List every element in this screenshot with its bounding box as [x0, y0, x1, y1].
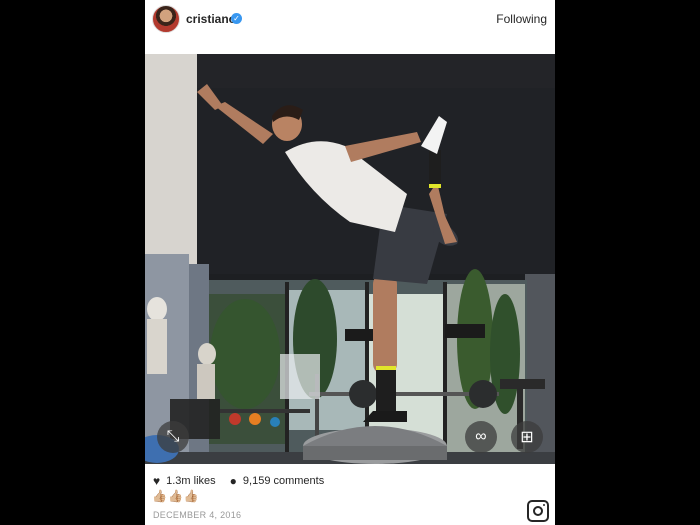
username[interactable]: cristiano: [186, 12, 236, 26]
photo-illustration: [145, 54, 555, 464]
likes-count[interactable]: 1.3m likes: [166, 475, 216, 487]
post-header: cristiano ✓ Following: [145, 0, 555, 40]
caption-emoji: 👍🏼👍🏼👍🏼: [152, 489, 200, 503]
avatar[interactable]: [152, 5, 180, 33]
instagram-post: cristiano ✓ Following ⤡ ∞ ⊞ ♥ 1.3m likes…: [145, 0, 555, 525]
post-photo[interactable]: ⤡ ∞ ⊞: [145, 54, 555, 464]
layout-icon[interactable]: ⊞: [511, 421, 543, 453]
heart-icon[interactable]: ♥: [153, 474, 160, 488]
verified-badge-icon: ✓: [231, 13, 242, 24]
comment-icon[interactable]: ●: [230, 474, 237, 488]
post-date: DECEMBER 4, 2016: [153, 510, 242, 520]
following-button[interactable]: Following: [496, 12, 547, 26]
post-stats: ♥ 1.3m likes ● 9,159 comments: [153, 474, 324, 488]
boomerang-icon[interactable]: ∞: [465, 421, 497, 453]
instagram-logo-icon[interactable]: [527, 500, 549, 522]
expand-icon[interactable]: ⤡: [157, 421, 189, 453]
comments-count[interactable]: 9,159 comments: [243, 475, 324, 487]
